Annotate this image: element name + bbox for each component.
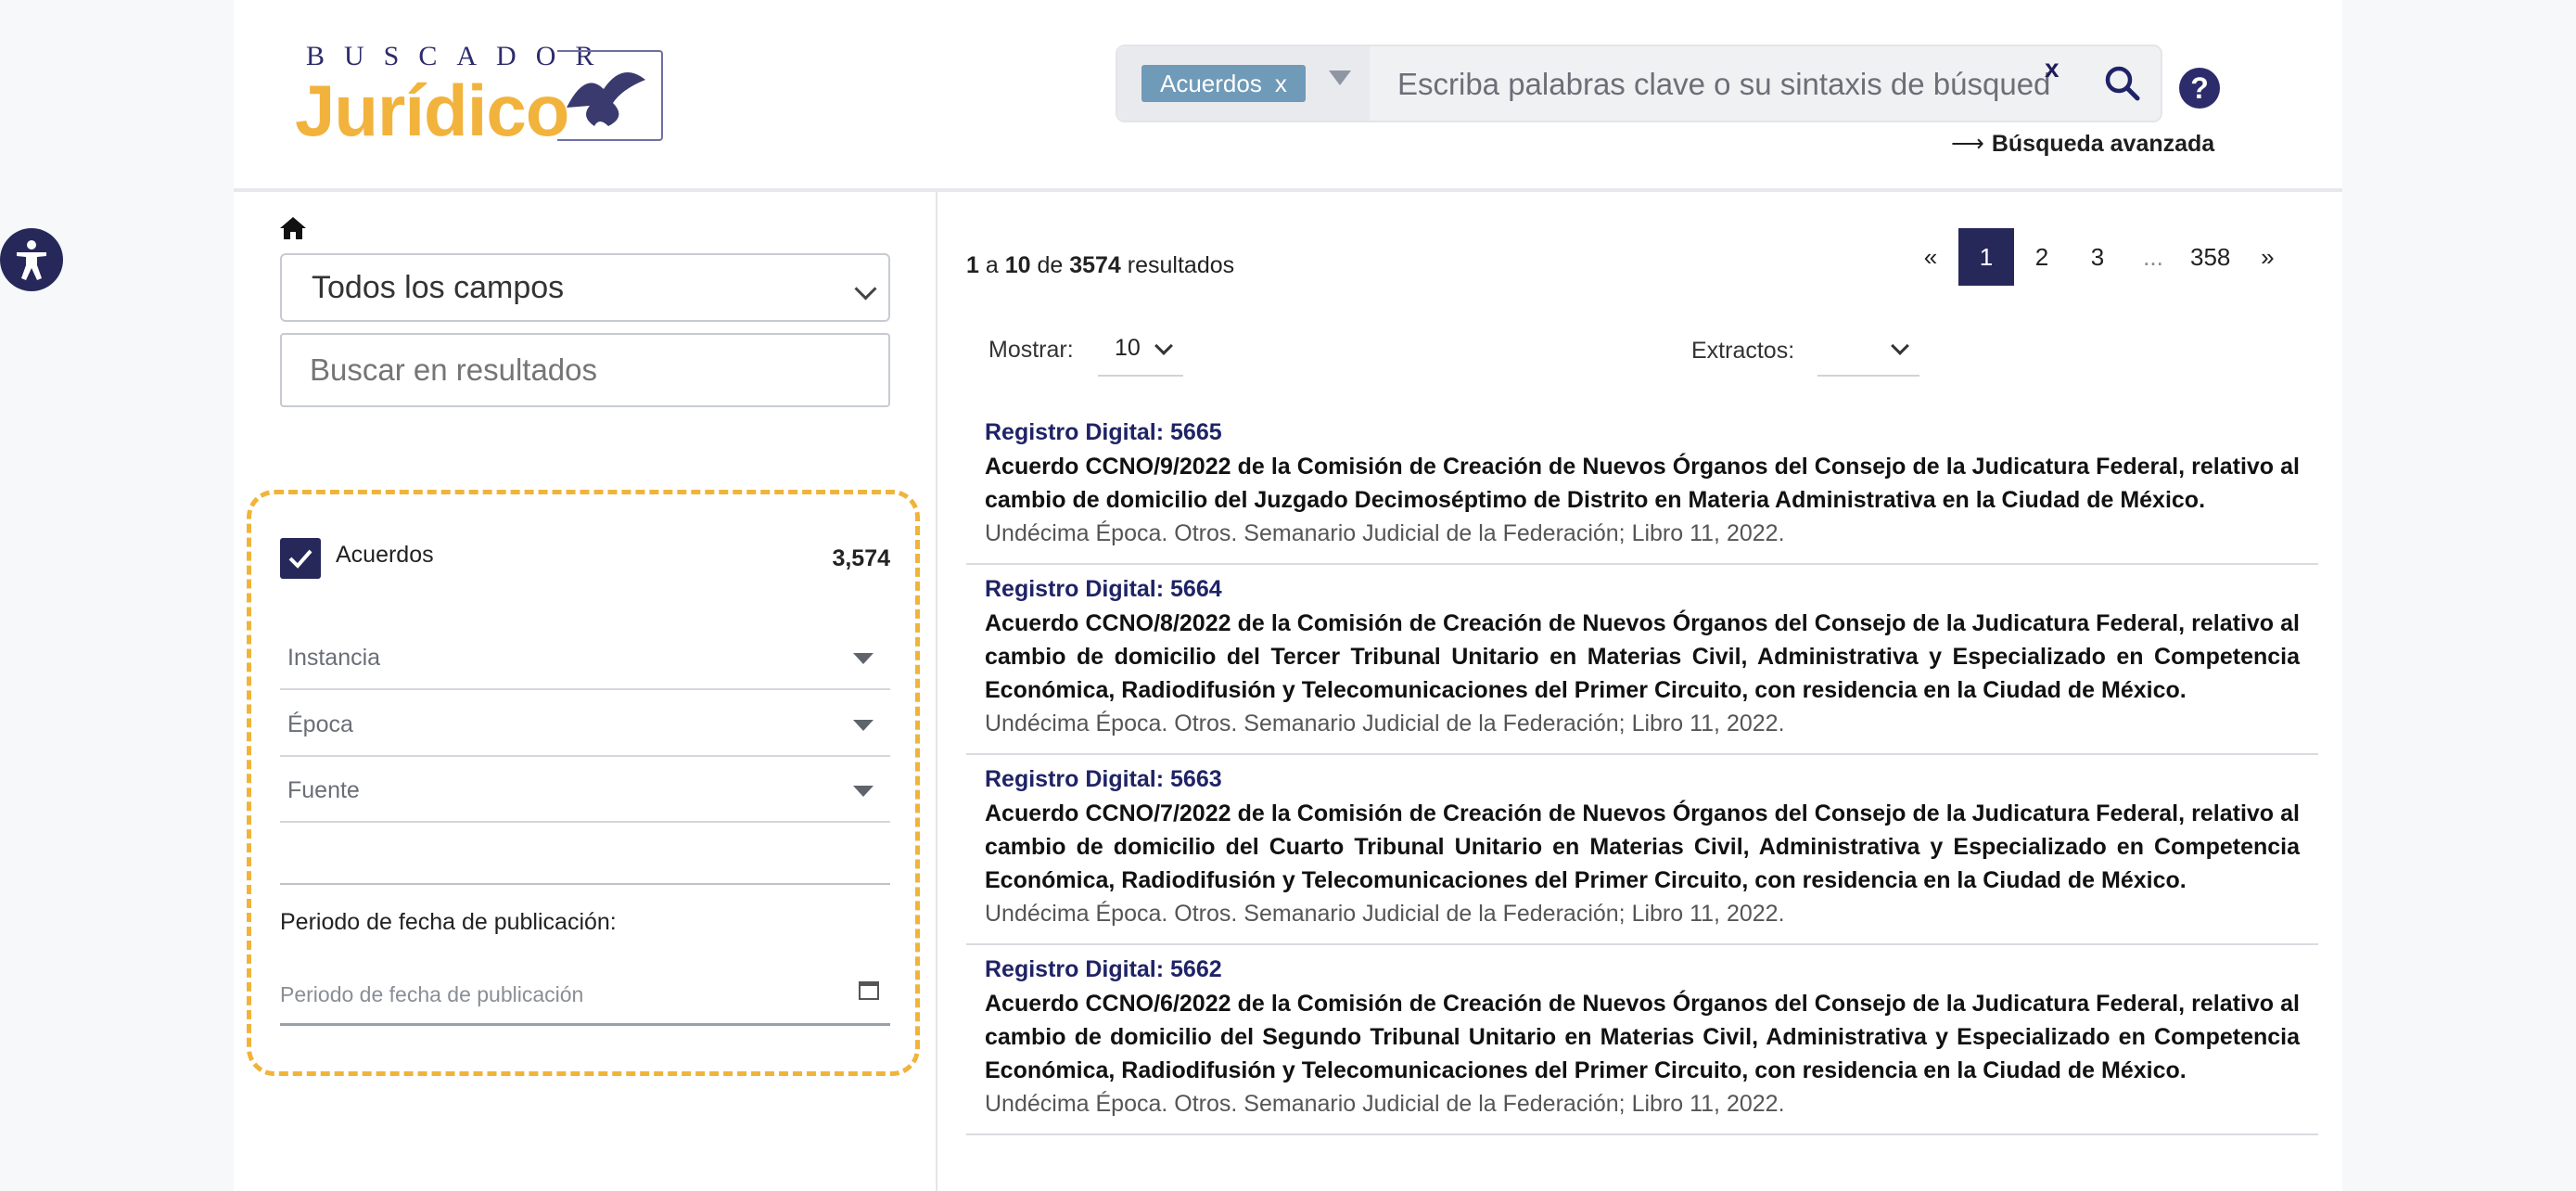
- pagination: « 1 2 3 ... 358 »: [1903, 228, 2295, 286]
- result-registro[interactable]: Registro Digital: 5663: [985, 766, 2300, 793]
- result-item[interactable]: Registro Digital: 5663 Acuerdo CCNO/7/20…: [966, 755, 2318, 945]
- panel-divider: [936, 192, 937, 1191]
- show-value: 10: [1115, 335, 1141, 361]
- results-suffix: resultados: [1120, 252, 1235, 278]
- field-select-value: Todos los campos: [312, 270, 565, 305]
- caret-down-icon: [853, 653, 874, 664]
- eagle-seal-icon: [557, 50, 663, 141]
- chevron-down-icon: [1154, 337, 1173, 355]
- calendar-icon[interactable]: [859, 981, 879, 1000]
- page-3[interactable]: 3: [2070, 228, 2125, 286]
- chevron-down-icon: [854, 277, 877, 301]
- caret-down-icon: [853, 720, 874, 731]
- help-icon[interactable]: ?: [2179, 68, 2220, 109]
- search-icon[interactable]: [2100, 61, 2145, 106]
- chip-label: Acuerdos: [1160, 70, 1262, 97]
- result-registro[interactable]: Registro Digital: 5662: [985, 956, 2300, 983]
- epoca-label: Época: [287, 711, 353, 737]
- extracts-select[interactable]: [1817, 325, 1919, 377]
- result-item[interactable]: Registro Digital: 5664 Acuerdo CCNO/8/20…: [966, 565, 2318, 755]
- results-total: 3574: [1069, 252, 1121, 278]
- accessibility-icon: [17, 240, 46, 280]
- header: BUSCADOR Jurídico Acuerdosx x ? ⟶Búsqued: [234, 0, 2342, 192]
- results-count: 1 a 10 de 3574 resultados: [966, 252, 1234, 279]
- home-icon[interactable]: [278, 215, 308, 241]
- result-registro[interactable]: Registro Digital: 5665: [985, 419, 2300, 446]
- results-to: 10: [1004, 252, 1031, 278]
- page-358[interactable]: 358: [2181, 228, 2239, 286]
- category-chip[interactable]: Acuerdos x: [1141, 65, 1306, 102]
- extracts-label: Extractos:: [1691, 338, 1795, 364]
- chip-remove-button[interactable]: x: [1275, 70, 1287, 97]
- results-sep-a: a: [978, 252, 1005, 278]
- search-in-results-input[interactable]: [280, 333, 890, 407]
- page-ellipsis: ...: [2143, 243, 2163, 271]
- acuerdos-checkbox-label: Acuerdos: [336, 542, 434, 568]
- empty-field-line[interactable]: [280, 883, 890, 885]
- acuerdos-count: 3,574: [832, 545, 890, 571]
- search-input[interactable]: [1396, 61, 2067, 108]
- chevron-down-icon: [1891, 337, 1909, 355]
- results-list: Registro Digital: 5665 Acuerdo CCNO/9/20…: [966, 408, 2318, 1135]
- period-date-input[interactable]: Periodo de fecha de publicación: [280, 961, 890, 1026]
- period-title: Periodo de fecha de publicación:: [280, 909, 617, 935]
- page-2[interactable]: 2: [2014, 228, 2070, 286]
- acuerdos-checkbox[interactable]: [280, 538, 321, 579]
- caret-down-icon: [853, 786, 874, 797]
- result-meta: Undécima Época. Otros. Semanario Judicia…: [985, 901, 1785, 927]
- result-title[interactable]: Acuerdo CCNO/8/2022 de la Comisión de Cr…: [985, 607, 2300, 707]
- logo-main-text: Jurídico: [295, 70, 569, 151]
- result-meta: Undécima Época. Otros. Semanario Judicia…: [985, 520, 1785, 546]
- arrow-right-icon: ⟶: [1951, 131, 1984, 157]
- result-item[interactable]: Registro Digital: 5665 Acuerdo CCNO/9/20…: [966, 408, 2318, 565]
- result-meta: Undécima Época. Otros. Semanario Judicia…: [985, 711, 1785, 736]
- result-title[interactable]: Acuerdo CCNO/9/2022 de la Comisión de Cr…: [985, 450, 2300, 517]
- check-icon: [288, 549, 312, 569]
- result-meta: Undécima Época. Otros. Semanario Judicia…: [985, 1091, 1785, 1117]
- fuente-label: Fuente: [287, 777, 360, 803]
- result-registro[interactable]: Registro Digital: 5664: [985, 576, 2300, 603]
- page-next[interactable]: »: [2239, 228, 2295, 286]
- search-bar: Acuerdos x x: [1116, 45, 2162, 122]
- field-select[interactable]: Todos los campos: [280, 253, 890, 322]
- instancia-label: Instancia: [287, 645, 381, 671]
- results-sep-de: de: [1030, 252, 1070, 278]
- instancia-dropdown[interactable]: Instancia: [280, 625, 890, 690]
- results-from: 1: [966, 252, 979, 278]
- page: BUSCADOR Jurídico Acuerdosx x ? ⟶Búsqued: [234, 0, 2342, 1191]
- accessibility-button[interactable]: [0, 228, 63, 291]
- page-1[interactable]: 1: [1958, 228, 2014, 286]
- result-item[interactable]: Registro Digital: 5662 Acuerdo CCNO/6/20…: [966, 945, 2318, 1135]
- chevron-down-icon[interactable]: [1329, 70, 1351, 85]
- show-select[interactable]: 10: [1098, 325, 1183, 377]
- category-selector[interactable]: Acuerdos x: [1117, 46, 1370, 121]
- site-logo[interactable]: BUSCADOR Jurídico: [295, 41, 684, 152]
- advanced-search-label: Búsqueda avanzada: [1991, 131, 2215, 157]
- fuente-dropdown[interactable]: Fuente: [280, 758, 890, 823]
- page-prev[interactable]: «: [1903, 228, 1958, 286]
- clear-search-button[interactable]: x: [2045, 54, 2060, 83]
- period-placeholder: Periodo de fecha de publicación: [280, 982, 584, 1006]
- result-title[interactable]: Acuerdo CCNO/6/2022 de la Comisión de Cr…: [985, 987, 2300, 1087]
- result-title[interactable]: Acuerdo CCNO/7/2022 de la Comisión de Cr…: [985, 797, 2300, 897]
- epoca-dropdown[interactable]: Época: [280, 692, 890, 757]
- advanced-search-link[interactable]: ⟶ Búsqueda avanzada: [1951, 130, 2214, 158]
- show-label: Mostrar:: [988, 337, 1074, 363]
